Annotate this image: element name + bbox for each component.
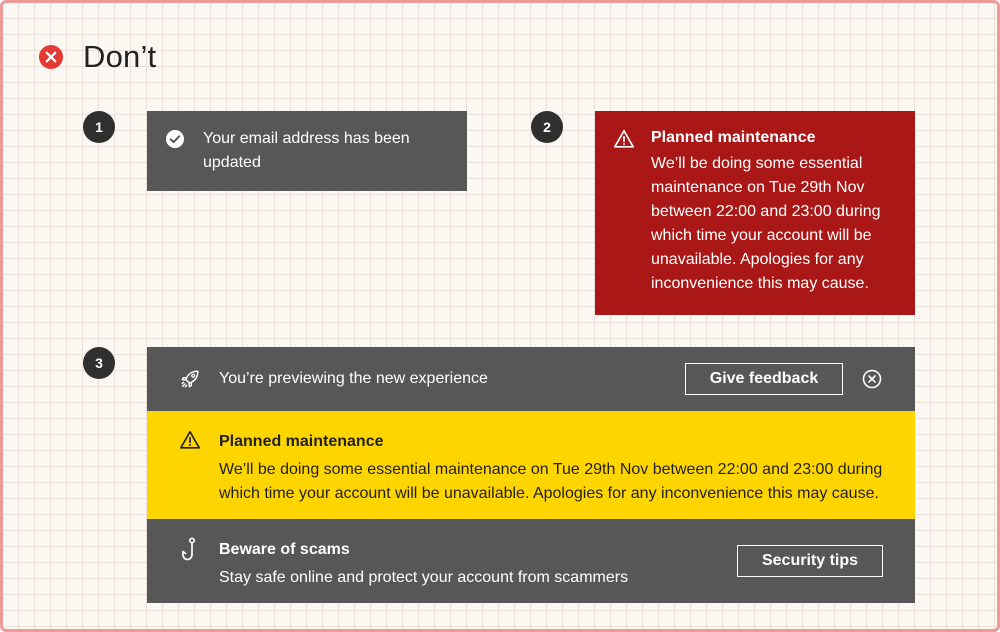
warning-icon	[180, 430, 200, 449]
maintenance-title: Planned maintenance	[219, 433, 384, 450]
maintenance-banner: Planned maintenance We’ll be doing some …	[147, 411, 915, 519]
security-tips-button[interactable]: Security tips	[737, 545, 883, 577]
example-number-badge: 3	[83, 347, 115, 379]
close-circle-outline-icon[interactable]	[861, 368, 883, 390]
alert-title: Planned maintenance	[651, 129, 816, 146]
maintenance-message: We’ll be doing some essential maintenanc…	[219, 461, 883, 502]
stacked-banners: You’re previewing the new experience Giv…	[147, 347, 915, 603]
check-circle-icon	[166, 130, 184, 148]
close-circle-icon	[39, 45, 63, 69]
give-feedback-button[interactable]: Give feedback	[685, 363, 843, 395]
scams-title: Beware of scams	[219, 541, 350, 558]
rocket-icon	[181, 370, 199, 388]
preview-message: You’re previewing the new experience	[219, 370, 488, 387]
warning-icon	[614, 129, 634, 148]
scams-message: Stay safe online and protect your accoun…	[219, 569, 629, 586]
preview-banner: You’re previewing the new experience Giv…	[147, 347, 915, 411]
section-heading: Don’t	[39, 39, 156, 75]
scam-warning-banner: Beware of scams Stay safe online and pro…	[147, 519, 915, 603]
success-toast: Your email address has been updated	[147, 111, 467, 191]
dont-example-frame: Don’t 1 Your email address has been upda…	[0, 0, 1000, 632]
alert-message: We’ll be doing some essential maintenanc…	[651, 155, 881, 292]
error-alert: Planned maintenance We’ll be doing some …	[595, 111, 915, 315]
toast-message: Your email address has been updated	[203, 130, 410, 171]
example-number-badge: 2	[531, 111, 563, 143]
example-number-badge: 1	[83, 111, 115, 143]
fishing-hook-icon	[182, 537, 196, 561]
page-title: Don’t	[83, 39, 157, 74]
